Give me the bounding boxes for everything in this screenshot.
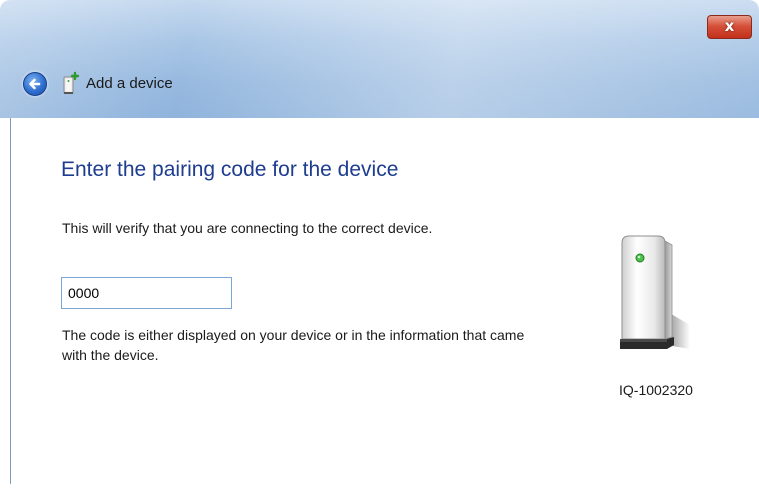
title-bar[interactable] (0, 0, 759, 118)
bluetooth-device-icon (63, 71, 80, 94)
add-device-window: x Add a device Enter the pairing code fo… (0, 0, 759, 488)
back-button[interactable] (23, 72, 47, 96)
hint-text: The code is either displayed on your dev… (62, 327, 525, 363)
close-button[interactable]: x (707, 15, 752, 39)
description-text: This will verify that you are connecting… (62, 220, 433, 236)
back-arrow-icon (29, 78, 41, 90)
page-heading: Enter the pairing code for the device (61, 158, 399, 181)
window-title: Add a device (86, 75, 173, 92)
pairing-code-input[interactable] (61, 277, 232, 309)
device-name-label: IQ-1002320 (619, 382, 693, 398)
close-icon: x (724, 17, 735, 35)
device-tower-icon (620, 235, 690, 349)
